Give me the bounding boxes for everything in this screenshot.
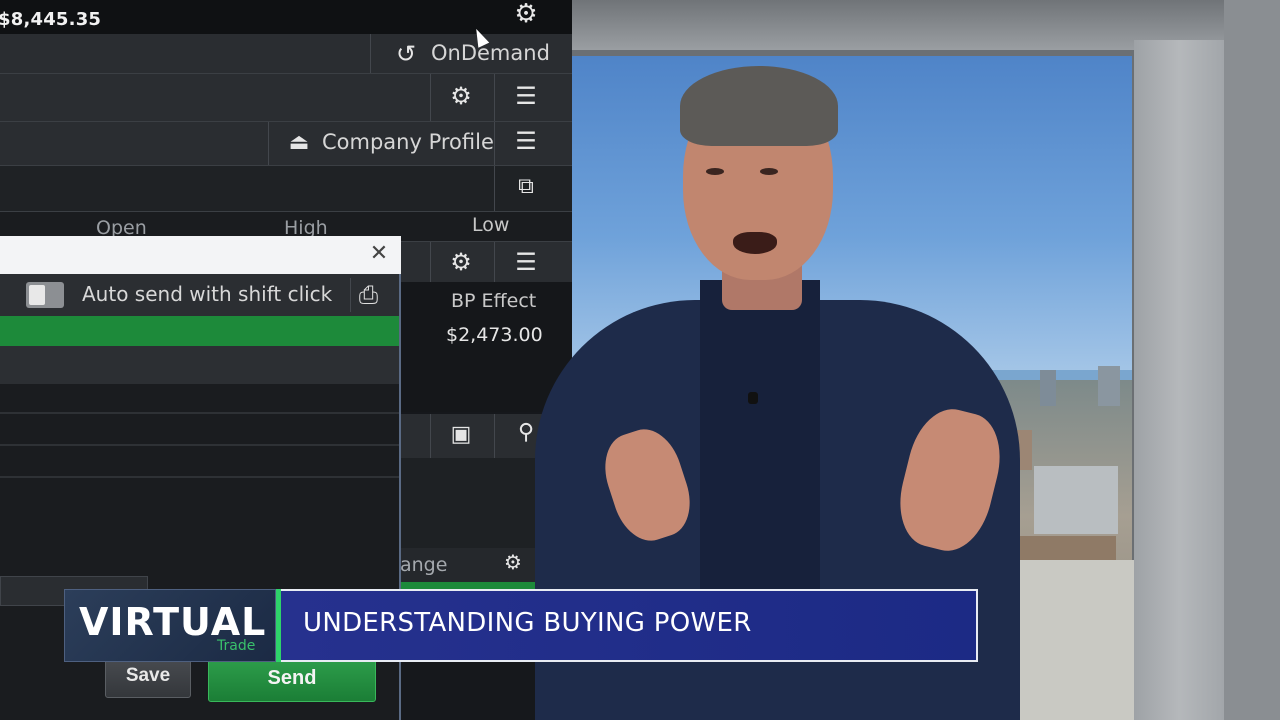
camera-icon[interactable]: ▣	[444, 422, 478, 447]
company-profile-bar: ⏏ Company Profile ☰	[0, 122, 572, 166]
building	[1098, 366, 1120, 406]
list-icon[interactable]: ☰	[510, 82, 542, 110]
dialog-titlebar: ✕	[0, 236, 401, 274]
lower-third-banner: VIRTUAL Trade UNDERSTANDING BUYING POWER	[64, 589, 978, 662]
bp-effect-label: BP Effect	[451, 290, 537, 312]
gear-icon[interactable]: ⚙	[512, 0, 540, 28]
lapel-mic	[748, 392, 758, 404]
company-profile-button[interactable]: Company Profile	[322, 130, 494, 154]
headline-text: UNDERSTANDING BUYING POWER	[303, 608, 752, 638]
presenter-mouth	[733, 232, 777, 254]
close-icon[interactable]: ✕	[365, 240, 393, 268]
list-icon[interactable]: ☰	[510, 127, 542, 155]
order-toolbar-right: ⚙ ☰	[400, 242, 572, 282]
presenter-eye	[706, 168, 724, 175]
order-summary: BP Effect $2,473.00	[400, 282, 572, 412]
brand-logo: VIRTUAL Trade	[64, 589, 276, 662]
chart-header-bar: ⧉	[0, 166, 572, 212]
building	[1040, 370, 1056, 406]
wall-edge	[1224, 0, 1280, 720]
account-balance: $8,445.35	[0, 9, 102, 30]
bp-effect-value: $2,473.00	[446, 324, 543, 346]
print-icon[interactable]: ⎙	[350, 278, 386, 312]
auto-send-toggle[interactable]	[26, 282, 64, 308]
divider	[0, 412, 399, 414]
toolbar-row: ⚙ ☰	[0, 74, 572, 122]
divider	[0, 476, 399, 478]
ondemand-icon[interactable]: ↺	[388, 40, 424, 68]
list-icon[interactable]: ☰	[510, 248, 542, 276]
order-status-bar	[0, 316, 399, 346]
popout-icon[interactable]: ⧉	[510, 174, 542, 199]
column-change: ange	[400, 554, 448, 576]
eject-icon[interactable]: ⏏	[282, 130, 316, 155]
settings-icon[interactable]: ⚙	[498, 550, 528, 574]
settings-icon[interactable]: ⚙	[444, 248, 478, 276]
auto-send-label: Auto send with shift click	[82, 282, 333, 306]
presenter-shirt	[700, 280, 820, 600]
gear-icon[interactable]: ⚙	[444, 82, 478, 110]
presenter-eye	[760, 168, 778, 175]
building	[1034, 466, 1118, 534]
order-header-row	[0, 346, 399, 384]
divider	[0, 444, 399, 446]
dialog-toolbar: Auto send with shift click ⎙	[0, 274, 399, 316]
ondemand-button[interactable]: OnDemand	[431, 41, 550, 65]
column-low: Low	[472, 214, 510, 236]
headline-box: UNDERSTANDING BUYING POWER	[281, 589, 978, 662]
presenter-hair	[680, 66, 838, 146]
brand-subtitle: Trade	[217, 638, 256, 654]
wall-pillar	[1134, 40, 1224, 720]
